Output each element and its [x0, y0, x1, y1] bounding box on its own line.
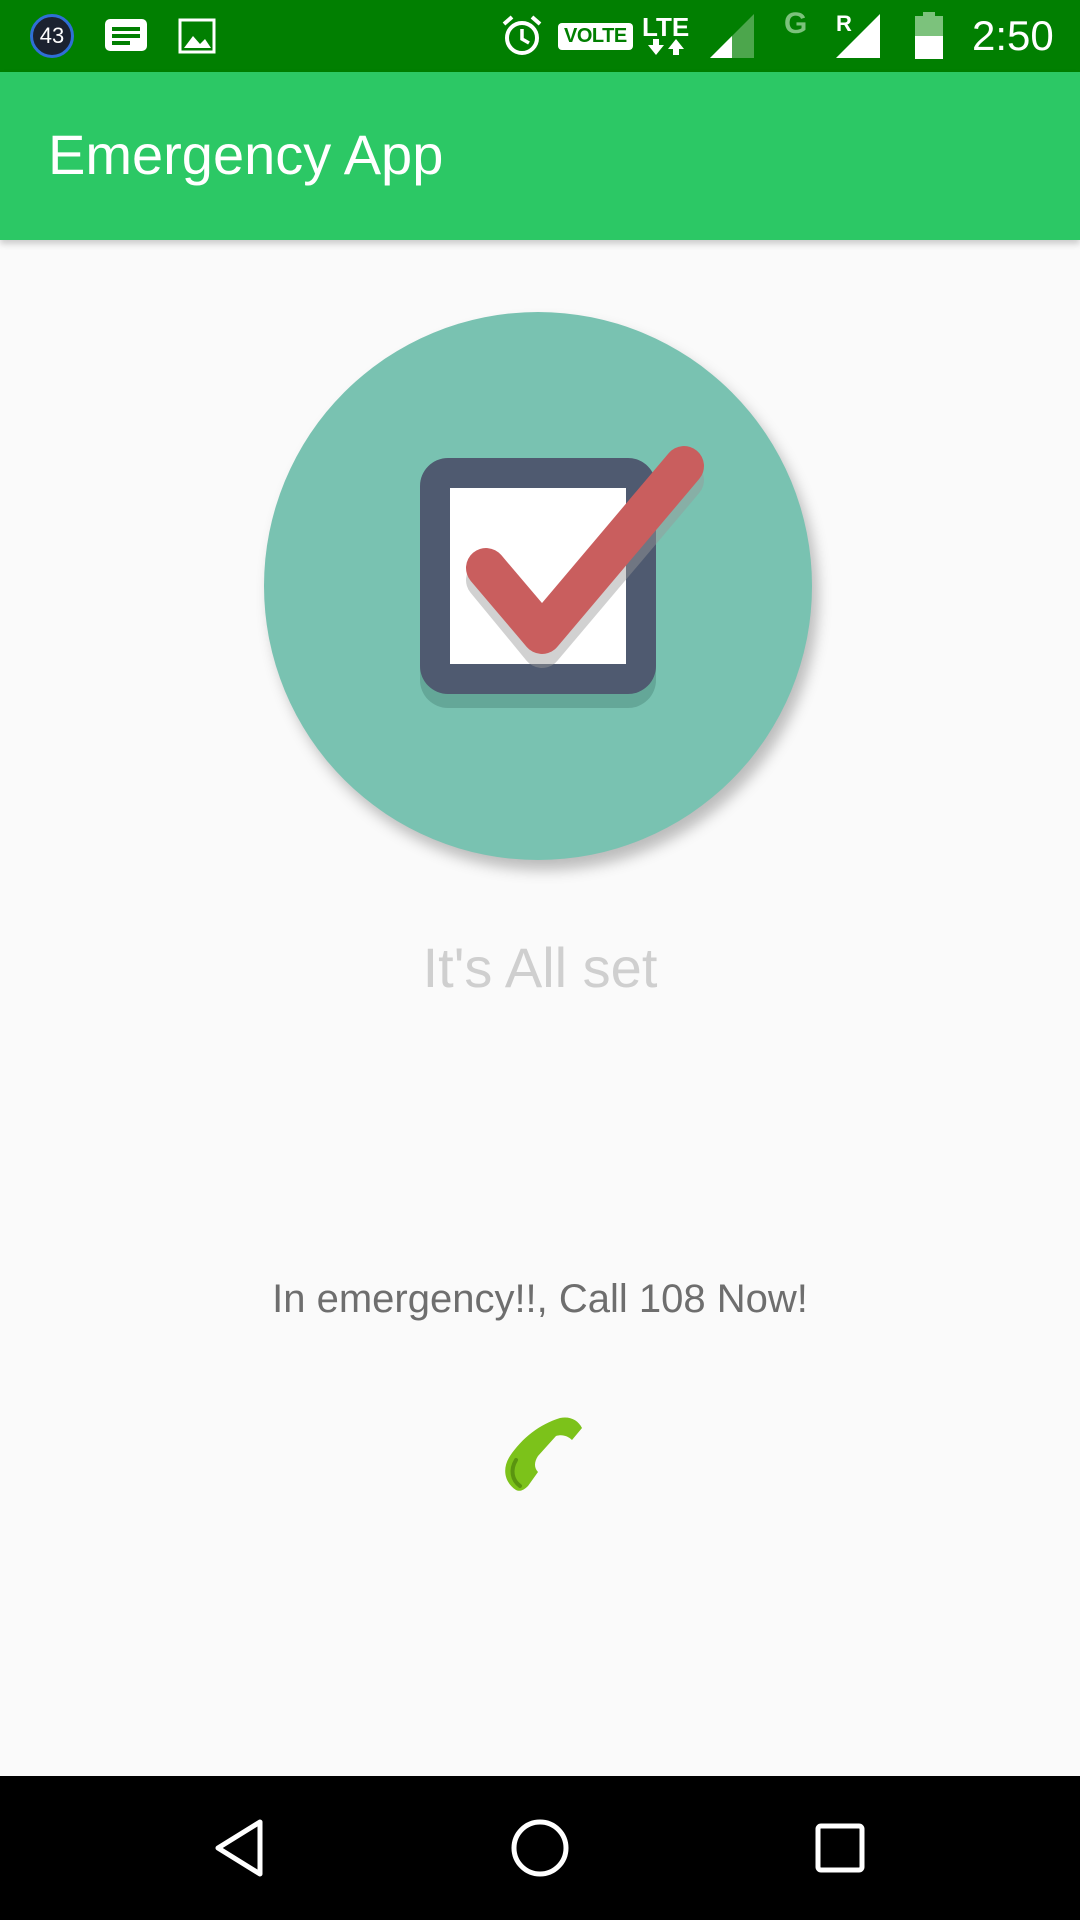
- signal-roaming-icon: [834, 0, 882, 72]
- app-title: Emergency App: [48, 123, 444, 186]
- alarm-icon: [500, 0, 544, 72]
- lte-label: LTE: [642, 12, 690, 42]
- back-button[interactable]: [204, 1812, 276, 1884]
- image-icon: [178, 0, 216, 72]
- notification-count: 43: [30, 14, 74, 58]
- lte-icon: LTE: [642, 0, 689, 72]
- clock: 2:50: [972, 12, 1054, 59]
- recents-button[interactable]: [804, 1812, 876, 1884]
- notification-count-icon: 43: [30, 0, 74, 72]
- volte-label: VOLTE: [558, 22, 633, 50]
- network-g-label: G: [784, 7, 808, 40]
- network-g-icon: G: [784, 0, 807, 60]
- phone-icon: [505, 1417, 582, 1491]
- home-button[interactable]: [504, 1812, 576, 1884]
- checkbox-checked-icon: [420, 446, 704, 708]
- hero-circle: [264, 312, 812, 860]
- home-icon: [511, 1819, 569, 1877]
- status-message: It's All set: [422, 936, 658, 999]
- status-bar: 43 VOLTE LTE G R 2:50: [0, 0, 1080, 72]
- back-icon: [215, 1819, 263, 1877]
- call-button[interactable]: [498, 1412, 584, 1498]
- app-bar: Emergency App: [0, 72, 1080, 240]
- message-icon: [104, 0, 148, 72]
- recents-icon: [815, 1823, 865, 1873]
- screen: 43 VOLTE LTE G R 2:50 Emergency App It's…: [0, 0, 1080, 1920]
- battery-icon: [914, 0, 944, 72]
- volte-icon: VOLTE: [558, 0, 633, 72]
- signal-icon: [708, 0, 756, 72]
- navigation-bar: [0, 1776, 1080, 1920]
- emergency-message: In emergency!!, Call 108 Now!: [272, 1277, 808, 1321]
